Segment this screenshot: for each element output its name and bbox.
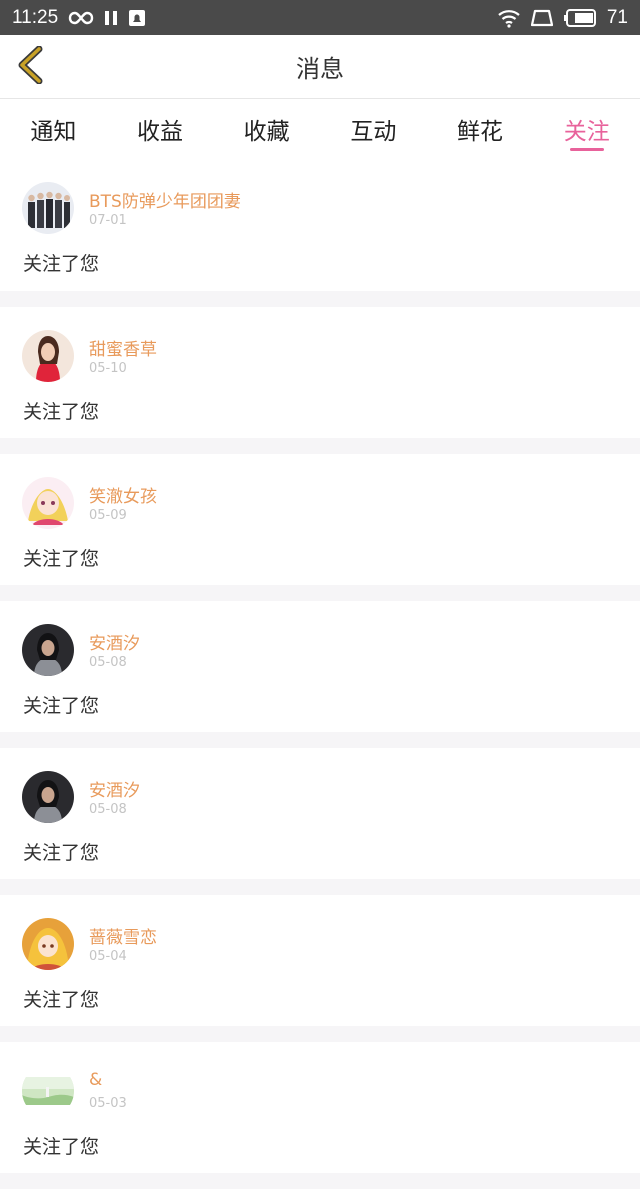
user-name[interactable]: BTS防弹少年团团妻 <box>89 187 241 212</box>
tab-following[interactable]: 关注 <box>533 99 640 159</box>
avatar[interactable] <box>22 330 74 382</box>
notification-icon <box>128 9 146 27</box>
user-name[interactable]: 安酒汐 <box>89 629 140 654</box>
status-right: 71 <box>497 7 628 29</box>
tab-favorites[interactable]: 收藏 <box>213 99 320 159</box>
user-name[interactable]: 甜蜜香草 <box>89 335 157 360</box>
user-name[interactable]: 安酒汐 <box>89 776 140 801</box>
wifi-icon <box>497 8 521 28</box>
avatar[interactable] <box>22 1065 74 1117</box>
battery-level: 71 <box>606 6 628 28</box>
avatar[interactable] <box>22 918 74 970</box>
avatar[interactable] <box>22 771 74 823</box>
message-date: 07-01 <box>89 213 127 228</box>
message-date: 05-08 <box>89 802 127 817</box>
list-item[interactable]: 安酒汐 05-08 关注了您 <box>0 601 640 732</box>
avatar[interactable] <box>22 477 74 529</box>
message-date: 05-09 <box>89 508 127 523</box>
status-left: 11:25 <box>12 7 146 29</box>
infinity-icon <box>68 11 94 25</box>
back-button[interactable] <box>10 45 50 89</box>
list-item[interactable]: 蔷薇雪恋 05-04 关注了您 <box>0 895 640 1026</box>
message-date: 05-04 <box>89 949 127 964</box>
tab-bar: 通知 收益 收藏 互动 鲜花 关注 <box>0 99 640 159</box>
pause-icon <box>104 10 118 26</box>
message-text: 关注了您 <box>23 1136 100 1158</box>
avatar[interactable] <box>22 182 74 234</box>
status-bar: 11:25 71 <box>0 0 640 35</box>
tab-notice[interactable]: 通知 <box>0 99 107 159</box>
message-text: 关注了您 <box>23 401 100 423</box>
battery-icon <box>563 8 597 27</box>
header: 消息 <box>0 35 640 99</box>
tab-interaction[interactable]: 互动 <box>320 99 427 159</box>
message-text: 关注了您 <box>23 548 100 570</box>
page-title: 消息 <box>296 55 344 83</box>
list-item[interactable]: & 05-03 关注了您 <box>0 1042 640 1173</box>
list-item[interactable]: BTS防弹少年团团妻 07-01 关注了您 <box>0 159 640 291</box>
list-item[interactable]: 笑澈女孩 05-09 关注了您 <box>0 454 640 585</box>
message-text: 关注了您 <box>23 989 100 1011</box>
user-name[interactable]: 蔷薇雪恋 <box>89 923 157 948</box>
tab-earnings[interactable]: 收益 <box>107 99 214 159</box>
avatar[interactable] <box>22 624 74 676</box>
message-list: BTS防弹少年团团妻 07-01 关注了您 甜蜜香草 05-10 关注了您 笑澈… <box>0 159 640 1189</box>
tab-flowers[interactable]: 鲜花 <box>427 99 534 159</box>
message-date: 05-08 <box>89 655 127 670</box>
status-time: 11:25 <box>12 6 59 28</box>
list-item[interactable]: 安酒汐 05-08 关注了您 <box>0 748 640 879</box>
user-name[interactable]: & <box>89 1070 102 1090</box>
message-date: 05-10 <box>89 361 127 376</box>
message-text: 关注了您 <box>23 253 100 275</box>
message-date: 05-03 <box>89 1096 127 1111</box>
screen-icon <box>530 9 553 27</box>
user-name[interactable]: 笑澈女孩 <box>89 482 157 507</box>
message-text: 关注了您 <box>23 842 100 864</box>
message-text: 关注了您 <box>23 695 100 717</box>
chevron-left-icon <box>17 45 43 88</box>
list-item[interactable]: 甜蜜香草 05-10 关注了您 <box>0 307 640 438</box>
